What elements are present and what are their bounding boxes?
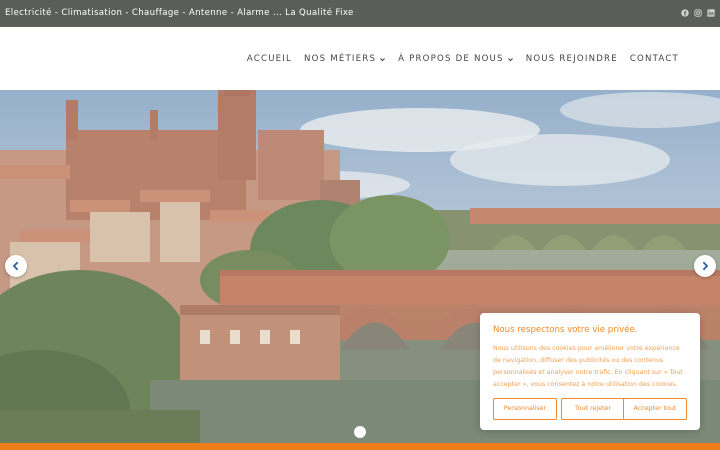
- chevron-right-icon: [702, 261, 709, 271]
- nav-label: CONTACT: [629, 54, 679, 64]
- linkedin-icon[interactable]: [707, 9, 715, 17]
- nav-item-nous-rejoindre[interactable]: NOUS REJOINDRE: [526, 54, 618, 64]
- instagram-icon[interactable]: [694, 9, 702, 17]
- slider-prev-button[interactable]: [5, 255, 27, 277]
- tagline: Electricité - Climatisation - Chauffage …: [5, 8, 354, 18]
- nav-item-a-propos[interactable]: À PROPOS DE NOUS: [398, 54, 514, 64]
- customize-button[interactable]: Personnaliser: [493, 398, 557, 420]
- nav-item-contact[interactable]: CONTACT: [630, 54, 679, 64]
- cookie-title: Nous respectons votre vie privée.: [493, 325, 638, 335]
- nav-label: À PROPOS DE NOUS: [398, 54, 504, 64]
- cookie-message: Nous utilisons des cookies pour améliore…: [493, 345, 683, 388]
- facebook-icon[interactable]: [681, 9, 689, 17]
- accept-all-button[interactable]: Accepter tout: [623, 398, 687, 420]
- site-header: ACCUEIL NOS MÉTIERS À PROPOS DE NOUS NOU…: [0, 27, 720, 90]
- cookie-consent-banner: Nous respectons votre vie privée. Nous u…: [480, 313, 700, 430]
- nav-label: NOS MÉTIERS: [304, 54, 377, 64]
- chevron-down-icon: [379, 56, 386, 63]
- chevron-down-icon: [507, 56, 514, 63]
- slider-pagination-dot[interactable]: [354, 426, 366, 438]
- nav-item-nos-metiers[interactable]: NOS MÉTIERS: [304, 54, 386, 64]
- slider-next-button[interactable]: [694, 255, 716, 277]
- chevron-left-icon: [12, 261, 19, 271]
- top-bar: Electricité - Climatisation - Chauffage …: [0, 0, 720, 27]
- nav-item-accueil[interactable]: ACCUEIL: [247, 54, 292, 64]
- main-nav: ACCUEIL NOS MÉTIERS À PROPOS DE NOUS NOU…: [247, 54, 679, 64]
- nav-label: ACCUEIL: [246, 54, 293, 64]
- reject-all-button[interactable]: Tout rejeter: [561, 398, 625, 420]
- accent-strip: [0, 443, 720, 450]
- social-links: [681, 9, 715, 17]
- nav-label: NOUS REJOINDRE: [525, 54, 618, 64]
